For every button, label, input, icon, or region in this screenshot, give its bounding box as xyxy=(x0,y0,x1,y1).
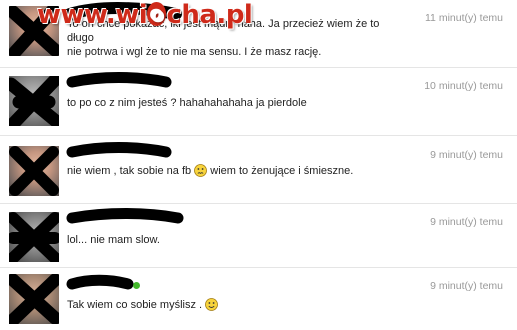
message-line: wiem to żenujące i śmieszne. xyxy=(210,165,354,177)
censored-name xyxy=(66,72,172,88)
censored-name xyxy=(66,274,134,290)
site-watermark: www.wi o cha.pl xyxy=(37,0,253,30)
message-item: 10 minut(y) temu to po co z nim jesteś ?… xyxy=(0,68,517,136)
message-timestamp: 11 minut(y) temu xyxy=(425,12,503,24)
message-timestamp: 9 minut(y) temu xyxy=(430,216,503,228)
message-line: lol... nie mam slow. xyxy=(67,234,160,246)
message-item: 9 minut(y) temu Tak wiem co sobie myślis… xyxy=(0,268,517,330)
censor-scribble xyxy=(9,274,59,324)
online-status-dot xyxy=(133,282,140,289)
censor-scribble xyxy=(9,76,59,126)
message-timestamp: 9 minut(y) temu xyxy=(430,149,503,161)
smile-face-icon xyxy=(205,298,219,311)
message-line: nie wiem , tak sobie na fb xyxy=(67,165,192,177)
message-thread: 11 minut(y) temu To on chce pokazać, iki… xyxy=(0,0,517,330)
message-text: nie wiem , tak sobie na fb wiem to żenuj… xyxy=(67,164,407,178)
censored-name xyxy=(66,142,172,158)
avatar[interactable] xyxy=(9,146,59,196)
censor-scribble xyxy=(9,146,59,196)
message-text: to po co z nim jesteś ? hahahahahaha ja … xyxy=(67,96,407,110)
censor-scribble xyxy=(9,212,59,262)
message-timestamp: 9 minut(y) temu xyxy=(430,280,503,292)
message-item: 9 minut(y) temu lol... nie mam slow. xyxy=(0,204,517,268)
message-line: to po co z nim jesteś ? hahahahahaha ja … xyxy=(67,97,307,109)
avatar[interactable] xyxy=(9,76,59,126)
censored-name xyxy=(66,208,184,224)
message-text: lol... nie mam slow. xyxy=(67,233,407,247)
avatar[interactable] xyxy=(9,212,59,262)
message-timestamp: 10 minut(y) temu xyxy=(424,80,503,92)
message-item: 9 minut(y) temu nie wiem , tak sobie na … xyxy=(0,136,517,204)
message-text: Tak wiem co sobie myślisz . xyxy=(67,298,407,312)
confused-face-icon xyxy=(194,164,208,177)
message-line: Tak wiem co sobie myślisz . xyxy=(67,299,203,311)
avatar[interactable] xyxy=(9,274,59,324)
message-line: nie potrwa i wgl że to nie ma sensu. I ż… xyxy=(67,46,322,58)
